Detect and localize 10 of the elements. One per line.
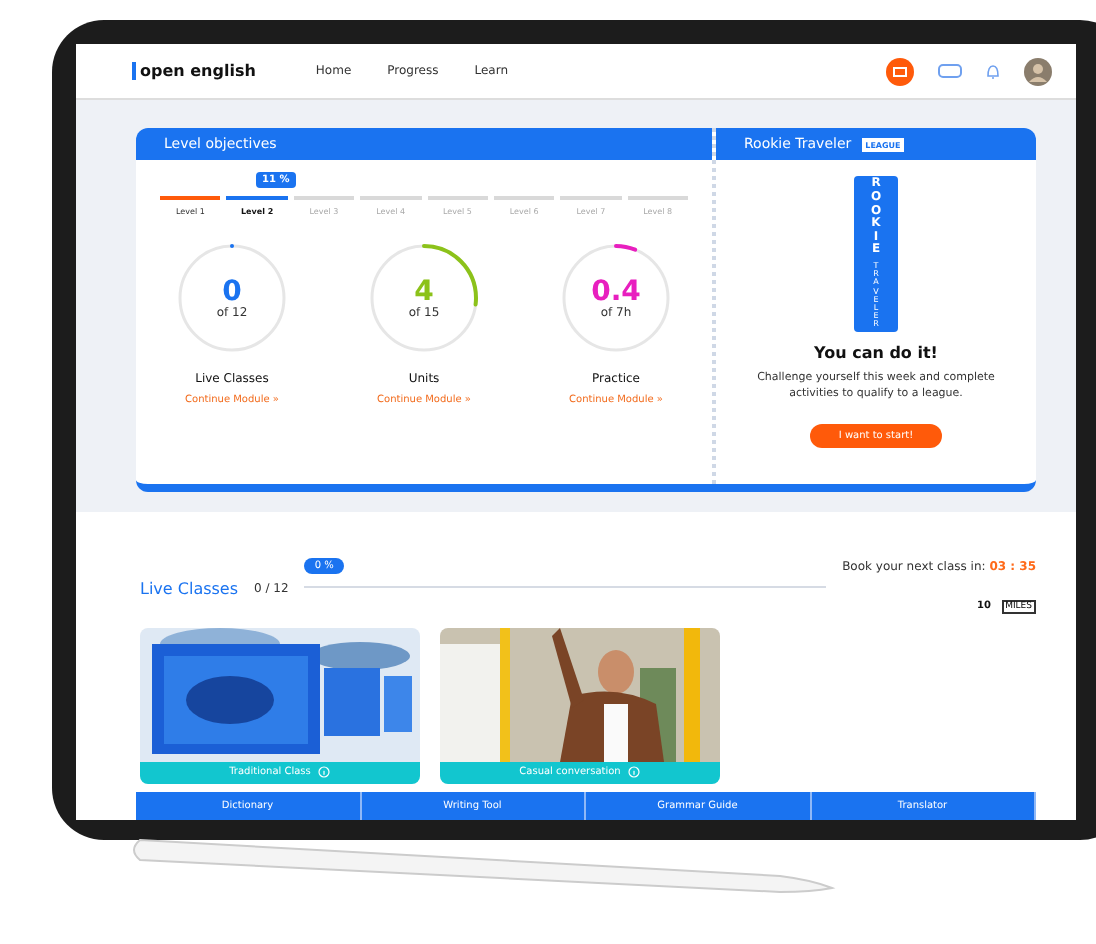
- stat-value: 0: [222, 277, 242, 305]
- stat-value: 4: [414, 277, 434, 305]
- section-title: Live Classes: [140, 579, 239, 597]
- info-icon: [628, 765, 641, 778]
- stat-value: 0.4: [591, 277, 641, 305]
- logo[interactable]: open english: [132, 62, 256, 80]
- avatar[interactable]: [1024, 57, 1052, 85]
- league-heading: You can do it!: [814, 344, 938, 362]
- info-icon: [318, 765, 331, 778]
- bell-icon[interactable]: [986, 63, 1000, 79]
